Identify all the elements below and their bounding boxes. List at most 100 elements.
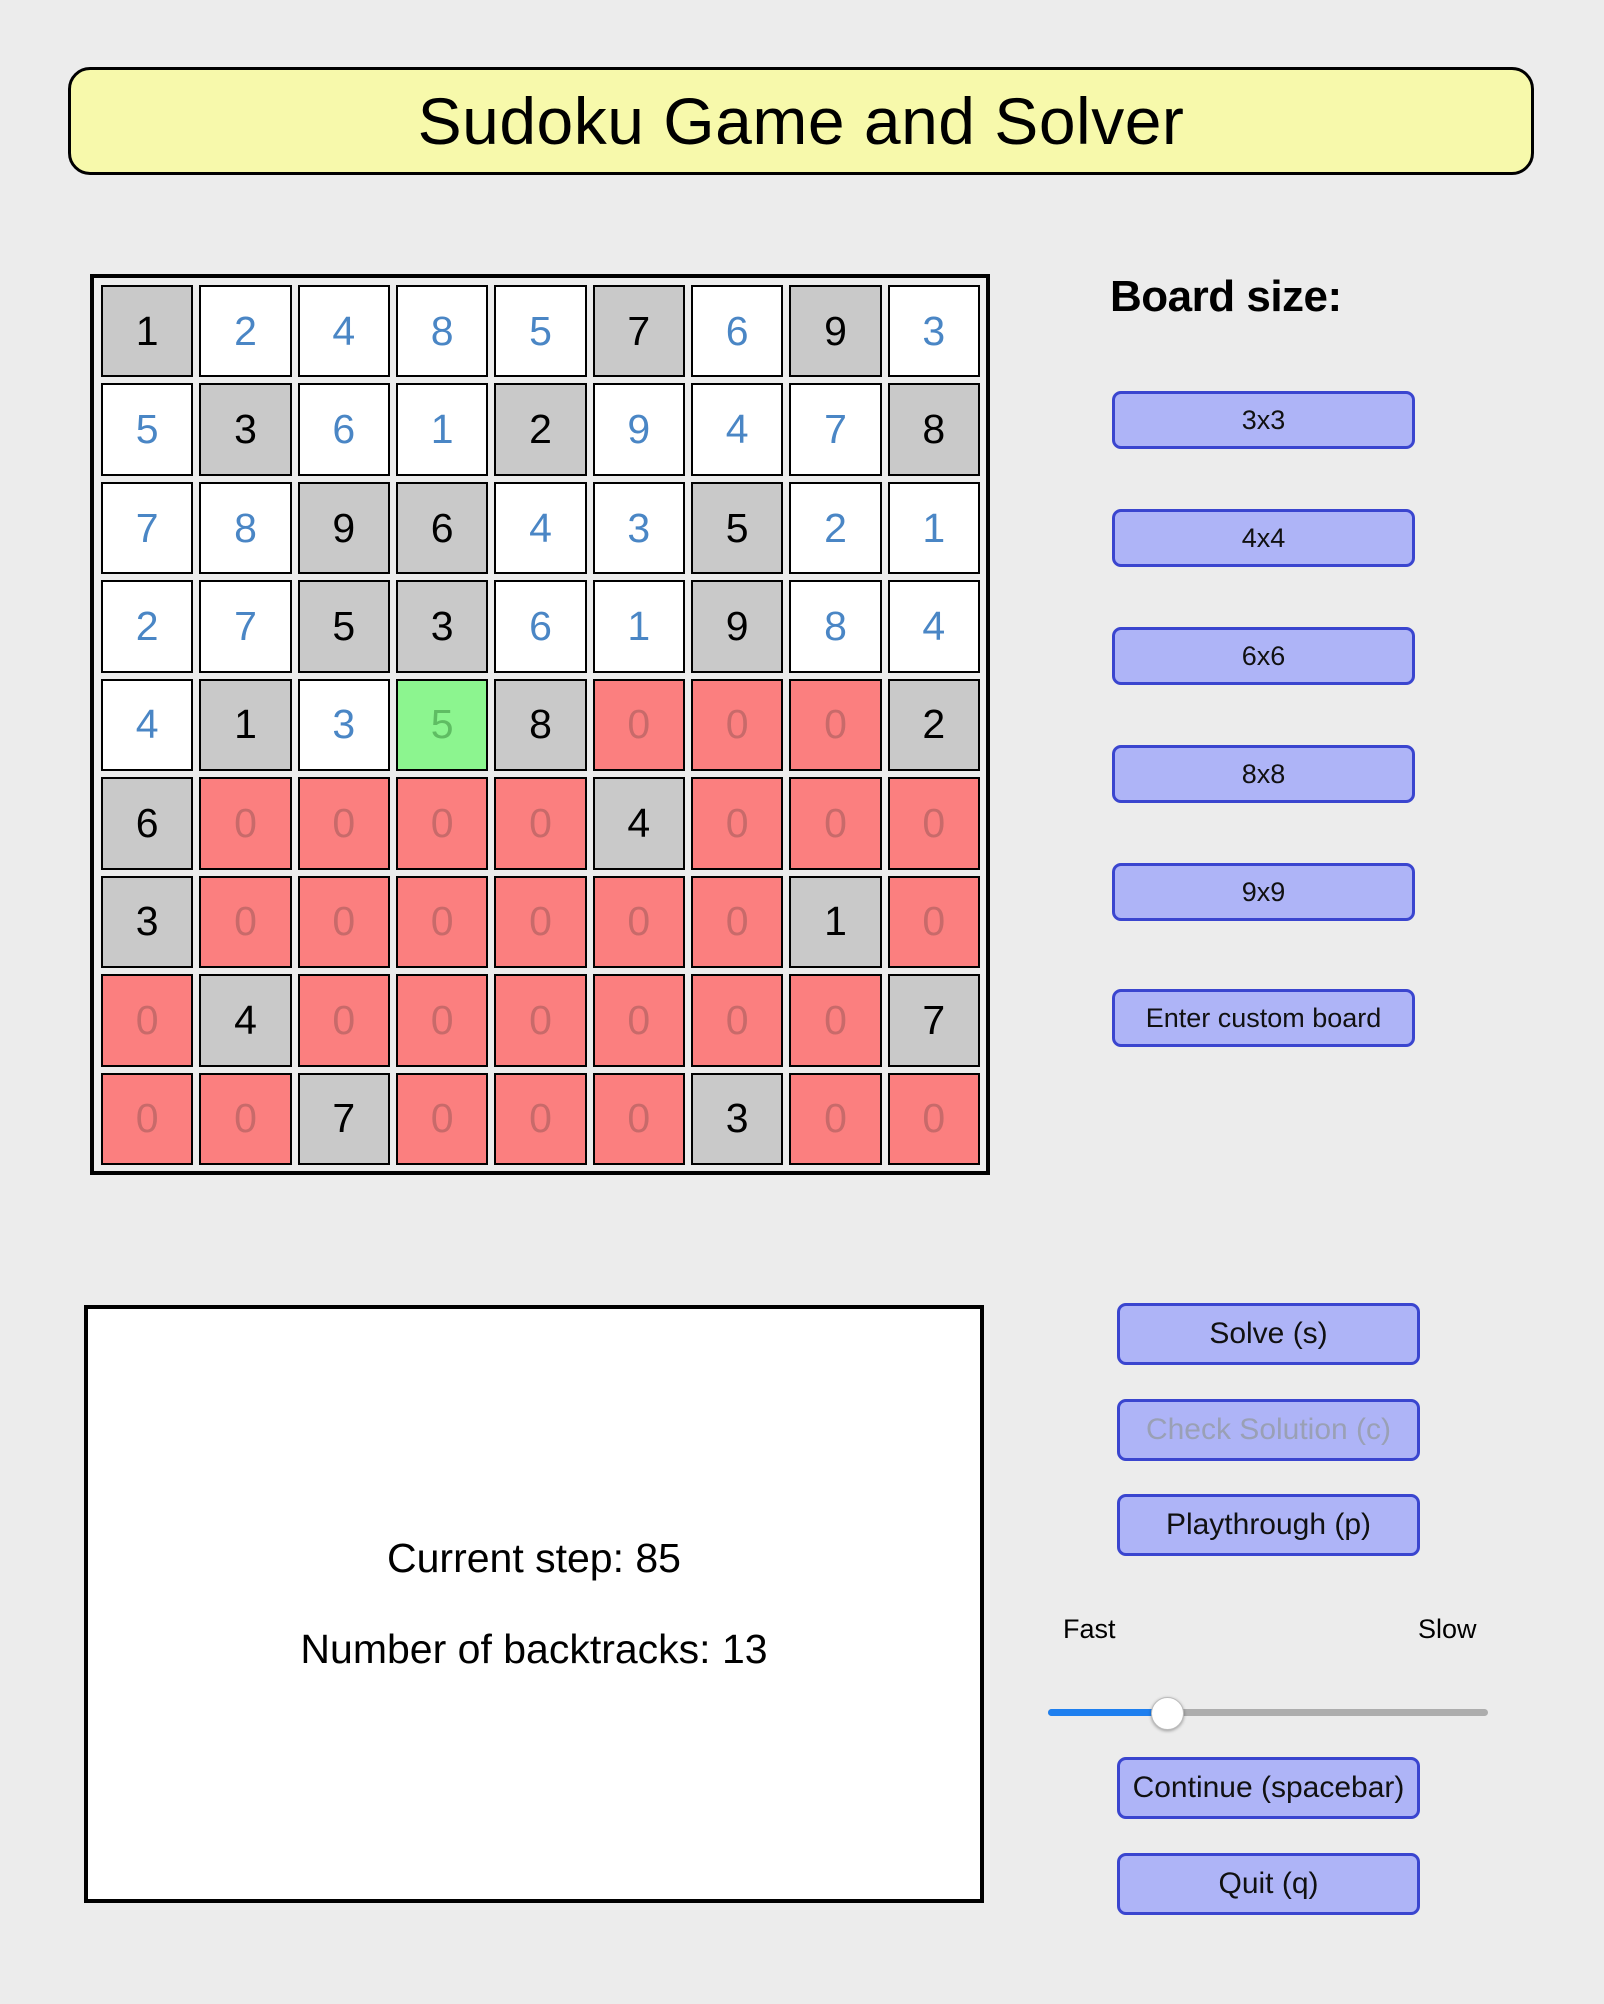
- sudoku-cell[interactable]: 0: [101, 974, 194, 1067]
- backtracks-text: Number of backtracks: 13: [300, 1626, 768, 1672]
- sudoku-cell[interactable]: 0: [691, 974, 784, 1067]
- enter-custom-board-button[interactable]: Enter custom board: [1112, 989, 1415, 1047]
- sudoku-cell[interactable]: 1: [199, 678, 292, 772]
- sudoku-cell[interactable]: 8: [887, 383, 980, 476]
- board-size-button-6x6[interactable]: 6x6: [1112, 627, 1415, 685]
- speed-slider[interactable]: [1048, 1696, 1488, 1730]
- sudoku-cell[interactable]: 4: [199, 974, 292, 1067]
- board-size-button-8x8[interactable]: 8x8: [1112, 745, 1415, 803]
- sudoku-cell[interactable]: 0: [297, 777, 390, 870]
- sudoku-cell[interactable]: 7: [789, 383, 882, 476]
- sudoku-cell[interactable]: 4: [297, 285, 390, 378]
- sudoku-cell[interactable]: 1: [396, 383, 489, 476]
- sudoku-cell[interactable]: 3: [396, 580, 489, 673]
- sudoku-cell[interactable]: 4: [494, 481, 587, 575]
- sudoku-cell[interactable]: 8: [199, 481, 292, 575]
- sudoku-cell[interactable]: 9: [592, 383, 685, 476]
- sudoku-cell[interactable]: 0: [297, 974, 390, 1067]
- playthrough-button[interactable]: Playthrough (p): [1117, 1494, 1420, 1556]
- sudoku-cell[interactable]: 3: [592, 481, 685, 575]
- sudoku-cell[interactable]: 1: [592, 580, 685, 673]
- board-size-button-4x4[interactable]: 4x4: [1112, 509, 1415, 567]
- sudoku-cell[interactable]: 1: [101, 285, 194, 378]
- sudoku-cell[interactable]: 0: [199, 777, 292, 870]
- sudoku-cell[interactable]: 2: [887, 678, 980, 772]
- sudoku-cell[interactable]: 7: [297, 1072, 390, 1165]
- current-step-text: Current step: 85: [387, 1535, 681, 1581]
- board-size-button-3x3[interactable]: 3x3: [1112, 391, 1415, 449]
- sudoku-cell[interactable]: 3: [887, 285, 980, 378]
- sudoku-cell[interactable]: 2: [789, 481, 882, 575]
- sudoku-cell[interactable]: 5: [691, 481, 784, 575]
- board-size-button-9x9[interactable]: 9x9: [1112, 863, 1415, 921]
- sudoku-board: 1248576935361294787896435212753619844135…: [90, 274, 990, 1175]
- continue-button[interactable]: Continue (spacebar): [1117, 1757, 1420, 1819]
- sudoku-cell[interactable]: 0: [396, 974, 489, 1067]
- sudoku-cell[interactable]: 0: [789, 1072, 882, 1165]
- sudoku-cell[interactable]: 6: [297, 383, 390, 476]
- sudoku-cell[interactable]: 0: [887, 1072, 980, 1165]
- sudoku-cell[interactable]: 0: [691, 777, 784, 870]
- sudoku-cell[interactable]: 2: [199, 285, 292, 378]
- sudoku-cell[interactable]: 0: [789, 974, 882, 1067]
- sudoku-cell[interactable]: 8: [789, 580, 882, 673]
- sudoku-cell[interactable]: 8: [396, 285, 489, 378]
- sudoku-cell[interactable]: 6: [396, 481, 489, 575]
- sudoku-cell[interactable]: 9: [789, 285, 882, 378]
- sudoku-cell[interactable]: 0: [396, 777, 489, 870]
- sudoku-cell[interactable]: 1: [887, 481, 980, 575]
- sudoku-cell[interactable]: 0: [592, 974, 685, 1067]
- sudoku-cell[interactable]: 0: [297, 875, 390, 969]
- sudoku-cell[interactable]: 0: [396, 875, 489, 969]
- sudoku-cell[interactable]: 0: [494, 1072, 587, 1165]
- sudoku-cell[interactable]: 4: [592, 777, 685, 870]
- sudoku-cell[interactable]: 8: [494, 678, 587, 772]
- sudoku-cell[interactable]: 9: [297, 481, 390, 575]
- sudoku-cell[interactable]: 3: [691, 1072, 784, 1165]
- sudoku-cell[interactable]: 5: [297, 580, 390, 673]
- sudoku-cell[interactable]: 3: [297, 678, 390, 772]
- sudoku-cell[interactable]: 5: [494, 285, 587, 378]
- speed-label-slow: Slow: [1418, 1614, 1477, 1644]
- sudoku-cell[interactable]: 0: [691, 875, 784, 969]
- speed-slider-thumb[interactable]: [1151, 1697, 1185, 1730]
- sudoku-cell[interactable]: 6: [494, 580, 587, 673]
- sudoku-cell[interactable]: 1: [789, 875, 882, 969]
- sudoku-cell[interactable]: 2: [494, 383, 587, 476]
- sudoku-cell[interactable]: 6: [691, 285, 784, 378]
- sudoku-cell[interactable]: 4: [887, 580, 980, 673]
- sudoku-cell[interactable]: 5: [396, 678, 489, 772]
- sudoku-cell[interactable]: 0: [494, 974, 587, 1067]
- sudoku-cell[interactable]: 7: [101, 481, 194, 575]
- sudoku-cell[interactable]: 3: [199, 383, 292, 476]
- sudoku-cell[interactable]: 0: [592, 1072, 685, 1165]
- sudoku-cell[interactable]: 2: [101, 580, 194, 673]
- sudoku-cell[interactable]: 4: [691, 383, 784, 476]
- sudoku-cell[interactable]: 7: [199, 580, 292, 673]
- status-output-panel: Current step: 85 Number of backtracks: 1…: [84, 1305, 984, 1903]
- quit-button[interactable]: Quit (q): [1117, 1853, 1420, 1915]
- sudoku-cell[interactable]: 0: [887, 777, 980, 870]
- sudoku-cell[interactable]: 0: [592, 678, 685, 772]
- solve-button[interactable]: Solve (s): [1117, 1303, 1420, 1365]
- sudoku-cell[interactable]: 0: [494, 777, 587, 870]
- sudoku-cell[interactable]: 4: [101, 678, 194, 772]
- sudoku-cell[interactable]: 0: [592, 875, 685, 969]
- sudoku-cell[interactable]: 7: [887, 974, 980, 1067]
- sudoku-cell[interactable]: 0: [887, 875, 980, 969]
- sudoku-cell[interactable]: 0: [199, 875, 292, 969]
- sudoku-cell[interactable]: 9: [691, 580, 784, 673]
- sudoku-cell[interactable]: 0: [789, 777, 882, 870]
- sudoku-cell[interactable]: 0: [199, 1072, 292, 1165]
- sudoku-cell[interactable]: 0: [396, 1072, 489, 1165]
- board-size-heading: Board size:: [1110, 272, 1342, 321]
- sudoku-cell[interactable]: 6: [101, 777, 194, 870]
- check-solution-button[interactable]: Check Solution (c): [1117, 1399, 1420, 1461]
- sudoku-cell[interactable]: 0: [494, 875, 587, 969]
- sudoku-cell[interactable]: 0: [101, 1072, 194, 1165]
- sudoku-cell[interactable]: 7: [592, 285, 685, 378]
- sudoku-cell[interactable]: 3: [101, 875, 194, 969]
- sudoku-cell[interactable]: 0: [789, 678, 882, 772]
- sudoku-cell[interactable]: 5: [101, 383, 194, 476]
- sudoku-cell[interactable]: 0: [691, 678, 784, 772]
